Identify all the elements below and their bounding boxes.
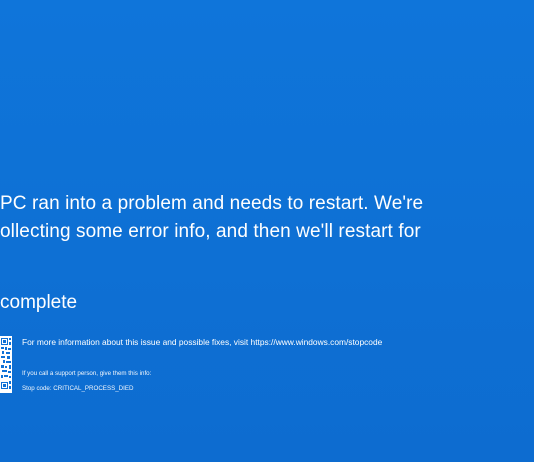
progress-text: complete: [0, 292, 78, 313]
error-message-line-1: PC ran into a problem and needs to resta…: [0, 193, 424, 214]
support-info-text: If you call a support person, give them …: [22, 370, 152, 377]
error-message-line-2: ollecting some error info, and then we'l…: [0, 221, 421, 242]
stop-code-text: Stop code: CRITICAL_PROCESS_DIED: [22, 385, 134, 392]
more-info-text: For more information about this issue an…: [22, 337, 383, 347]
qr-code-icon: [0, 336, 12, 393]
bsod-screen: PC ran into a problem and needs to resta…: [0, 0, 534, 462]
